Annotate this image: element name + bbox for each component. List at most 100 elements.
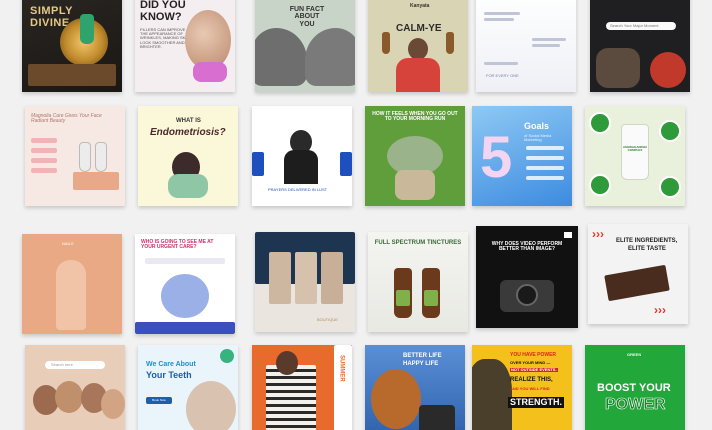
woman-stripes-image [266,365,316,430]
card-caption: PRAYERS DELIVERED IN LUST [268,187,328,192]
text-lines-decoration [484,18,514,21]
chocolate-bar-image [604,264,670,302]
brand-label: BOUTIQUE [317,317,338,322]
arrow-icon: ››› [654,303,666,317]
template-card-boost-power[interactable]: GREEN BOOST YOUR POWER [585,345,685,430]
blue-corner-decoration [340,152,352,176]
checklist-item [31,168,57,173]
red-ball-image [650,52,686,88]
dog-image [371,369,421,429]
man-head-image [408,38,428,60]
template-card-summer[interactable]: SUMMER [252,345,352,430]
hand-image [56,260,86,330]
tincture-label [424,290,438,306]
card-title: FUN FACT ABOUT YOU [289,6,325,28]
card-title: FULL SPECTRUM TINCTURES [374,240,462,246]
goal-item [526,166,564,170]
goal-item [526,156,564,160]
card-title: DID YOU KNOW? [140,0,186,23]
card-subtitle: of Social Media Marketing [524,133,552,143]
text-lines-decoration [484,12,520,15]
template-card-elite-ingredients[interactable]: ››› ELITE INGREDIENTS, ELITE TASTE ››› [588,224,688,324]
template-card-magnolia-care[interactable]: Magnolia Care Gives Your Face Radiant Be… [25,106,125,206]
product-bottle-image [79,142,91,172]
card-title: BOOST YOUR [597,382,671,394]
woman-head-image [276,351,298,375]
model-photo-3 [321,252,343,304]
quote-line: NOT OUTSIDE EVENTS. [510,367,558,373]
template-card-did-you-know[interactable]: DID YOU KNOW? FILLERS CAN IMPROVE THE AP… [135,0,235,92]
card-title: Endometriosis? [150,127,226,138]
green-badge-icon [589,174,611,196]
template-card-simply-divine[interactable]: SIMPLY DIVINE [22,0,122,92]
template-card-women-search[interactable]: Search here [25,345,125,430]
template-card-tinctures[interactable]: FULL SPECTRUM TINCTURES [368,232,468,332]
card-title: Magnolia Care Gives Your Face Radiant Be… [31,113,102,125]
quote-line: AND YOU WILL FIND [510,386,550,391]
template-card-5-goals[interactable]: 5 Goals of Social Media Marketing [472,106,572,206]
text-lines-decoration [484,62,518,65]
character-robe-image [395,170,435,200]
brand-label: GREEN [627,352,642,357]
card-title: WHY DOES VIDEO PERFORM BETTER THAN IMAGE… [491,241,563,253]
woman-portrait-image [185,10,231,70]
green-badge-icon [659,176,681,198]
bottle-right-image [446,32,454,54]
hand-silhouette-image [596,48,640,88]
template-card-text-columns[interactable]: FOR EVERY ONE [476,0,576,92]
bottle-left-image [382,32,390,54]
badge-text: FOR EVERY ONE [486,73,519,78]
woman-portrait-4 [101,389,125,419]
rhino-right-image [305,28,355,86]
template-card-endometriosis[interactable]: WHAT IS Endometriosis? [138,106,238,206]
template-card-teeth-care[interactable]: We Care About Your Teeth Book Now [138,345,238,430]
template-card-prayers[interactable]: PRAYERS DELIVERED IN LUST [252,106,352,206]
template-card-dark-search[interactable]: Search Your Major Moment [590,0,690,92]
product-jar-image [419,405,455,430]
card-title: CALM-YE [396,23,442,34]
template-card-power-quote[interactable]: YOU HAVE POWER OVER YOUR MIND — NOT OUTS… [472,345,572,430]
card-title: ELITE INGREDIENTS, [616,238,678,244]
big-number: 5 [480,125,513,190]
doctor-patient-illustration [161,274,209,318]
model-photo-1 [269,252,291,304]
template-card-better-life[interactable]: BETTER LIFE HAPPY LIFE [365,345,465,430]
card-title: SIMPLY [30,5,73,17]
template-card-nails[interactable]: NAILS [22,234,122,334]
brand-label: NAILS [62,241,74,246]
card-title: POWER [605,396,666,413]
checklist-item [31,138,57,143]
camera-lens-image [516,284,538,306]
text-lines-decoration [145,258,225,264]
template-card-morning-run[interactable]: HOW IT FEELS WHEN YOU GO OUT TO YOUR MOR… [365,106,465,206]
quote-line: REALIZE THIS, [510,377,553,383]
quote-line: OVER YOUR MIND — [510,360,551,365]
vertical-label: SUMMER [338,355,345,382]
template-card-urgent-care[interactable]: WHO IS GOING TO SEE ME AT YOUR URGENT CA… [135,234,235,334]
template-card-calm-ye[interactable]: Kanyata CALM-YE [368,0,468,92]
template-card-fun-fact[interactable]: FUN FACT ABOUT YOU [255,0,355,92]
green-badge-icon [589,112,611,134]
product-bottle-image [80,14,94,44]
tincture-label [396,290,410,306]
template-card-video-vs-image[interactable]: WHY DOES VIDEO PERFORM BETTER THAN IMAGE… [476,226,578,328]
brand-label: Kanyata [410,3,430,9]
checklist-item [31,158,57,163]
search-placeholder: Search Your Major Moment [610,23,659,28]
bottom-band [135,322,235,334]
green-badge-icon [220,349,234,363]
model-photo-2 [295,252,317,304]
quote-line: YOU HAVE POWER [510,352,557,358]
statue-image [472,359,512,430]
card-title: We Care About [146,361,196,368]
text-lines-decoration [532,44,560,47]
green-badge-icon [659,120,681,142]
card-title: BETTER LIFE [403,353,442,359]
template-card-ashwagandha[interactable]: ASHWAGANDHA COMPLEX [585,106,685,206]
card-title: HOW IT FEELS WHEN YOU GO OUT TO YOUR MOR… [372,111,458,123]
dentist-patient-image [186,381,236,430]
rhino-left-image [255,28,307,86]
product-bottle-image [95,142,107,172]
gloved-hand-decoration [193,62,227,82]
template-card-boutique[interactable]: BOUTIQUE [255,232,355,332]
